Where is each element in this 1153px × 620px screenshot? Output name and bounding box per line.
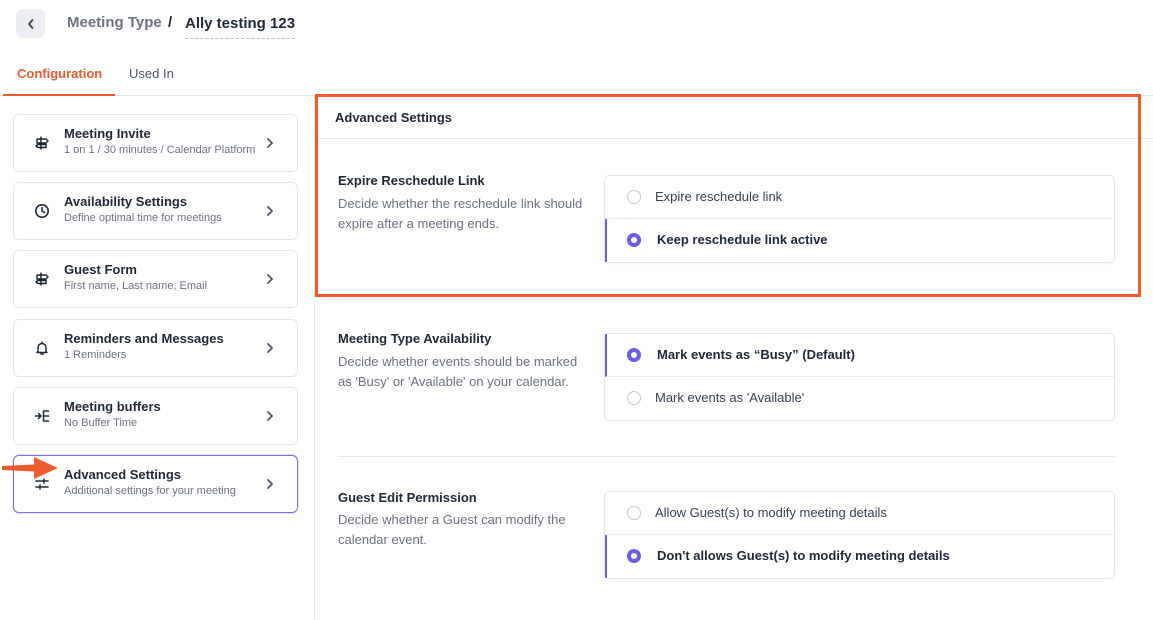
radio-option-mark-available[interactable]: Mark events as 'Available' [605,377,1114,420]
radio-button[interactable] [627,549,641,563]
sidebar-item-subtitle: First name, Last name, Email [64,280,208,292]
radio-option-disallow-guest-modify[interactable]: Don't allows Guest(s) to modify meeting … [605,535,1114,578]
sidebar-item-title: Availability Settings [64,194,188,209]
radio-label: Don't allows Guest(s) to modify meeting … [657,548,950,563]
chevron-right-icon [267,411,273,421]
sidebar-item-meeting-buffers[interactable]: Meeting buffers No Buffer Time [13,387,298,445]
sidebar-item-guest-form[interactable]: Guest Form First name, Last name, Email [13,250,298,308]
radio-label: Mark events as 'Available' [655,390,805,405]
breadcrumb-current[interactable]: Ally testing 123 [185,15,296,39]
radio-option-allow-guest-modify[interactable]: Allow Guest(s) to modify meeting details [605,492,1114,535]
setting-title-meeting-type-availability: Meeting Type Availability [338,331,492,346]
setting-description: Decide whether a Guest can modify the ca… [338,512,566,547]
back-button[interactable] [16,9,45,38]
tab-configuration[interactable]: Configuration [17,66,102,81]
radio-group-meeting-type-availability: Mark events as “Busy” (Default) Mark eve… [604,333,1115,421]
sidebar-item-subtitle: Additional settings for your meeting [64,485,236,497]
sidebar-item-title: Guest Form [64,262,137,277]
annotation-highlight-box [315,94,1141,297]
section-divider [338,456,1115,457]
radio-button[interactable] [627,348,641,362]
sidebar-item-title: Reminders and Messages [64,331,224,346]
sidebar-item-title: Meeting buffers [64,399,161,414]
setting-title-guest-edit-permission: Guest Edit Permission [338,490,477,505]
sidebar-item-meeting-invite[interactable]: Meeting Invite 1 on 1 / 30 minutes / Cal… [13,114,298,172]
buffer-icon [34,410,50,422]
signpost-icon [35,136,49,150]
top-bar: Meeting Type / Ally testing 123 [0,0,1153,50]
sidebar-item-subtitle: 1 on 1 / 30 minutes / Calendar Platform [64,144,256,156]
setting-description: Decide whether events should be marked a… [338,354,578,389]
sidebar-item-title: Advanced Settings [64,467,182,482]
tab-used-in[interactable]: Used In [129,66,174,81]
signpost-icon [35,272,49,286]
sidebar: Meeting Invite 1 on 1 / 30 minutes / Cal… [0,96,315,620]
chevron-right-icon [267,138,273,148]
radio-button[interactable] [627,506,641,520]
chevron-right-icon [267,274,273,284]
chevron-right-icon [267,206,273,216]
clock-icon [35,204,49,218]
chevron-right-icon [267,343,273,353]
bell-icon [36,341,48,355]
sidebar-item-title: Meeting Invite [64,126,151,141]
chevron-left-icon [27,18,33,29]
annotation-arrow-icon [2,457,58,479]
chevron-right-icon [267,479,273,489]
radio-button[interactable] [627,391,641,405]
sidebar-item-subtitle: No Buffer Time [64,417,138,429]
radio-group-guest-edit-permission: Allow Guest(s) to modify meeting details… [604,491,1115,579]
sidebar-item-availability-settings[interactable]: Availability Settings Define optimal tim… [13,182,298,240]
breadcrumb-separator: / [168,14,173,31]
radio-label: Mark events as “Busy” (Default) [657,347,855,362]
sidebar-item-reminders-and-messages[interactable]: Reminders and Messages 1 Reminders [13,319,298,377]
sidebar-item-subtitle: 1 Reminders [64,349,127,361]
sidebar-item-subtitle: Define optimal time for meetings [64,212,222,224]
radio-label: Allow Guest(s) to modify meeting details [655,505,887,520]
tab-bar: Configuration Used In [0,54,1153,96]
radio-option-mark-busy[interactable]: Mark events as “Busy” (Default) [605,334,1114,377]
breadcrumb-parent[interactable]: Meeting Type [67,14,162,31]
